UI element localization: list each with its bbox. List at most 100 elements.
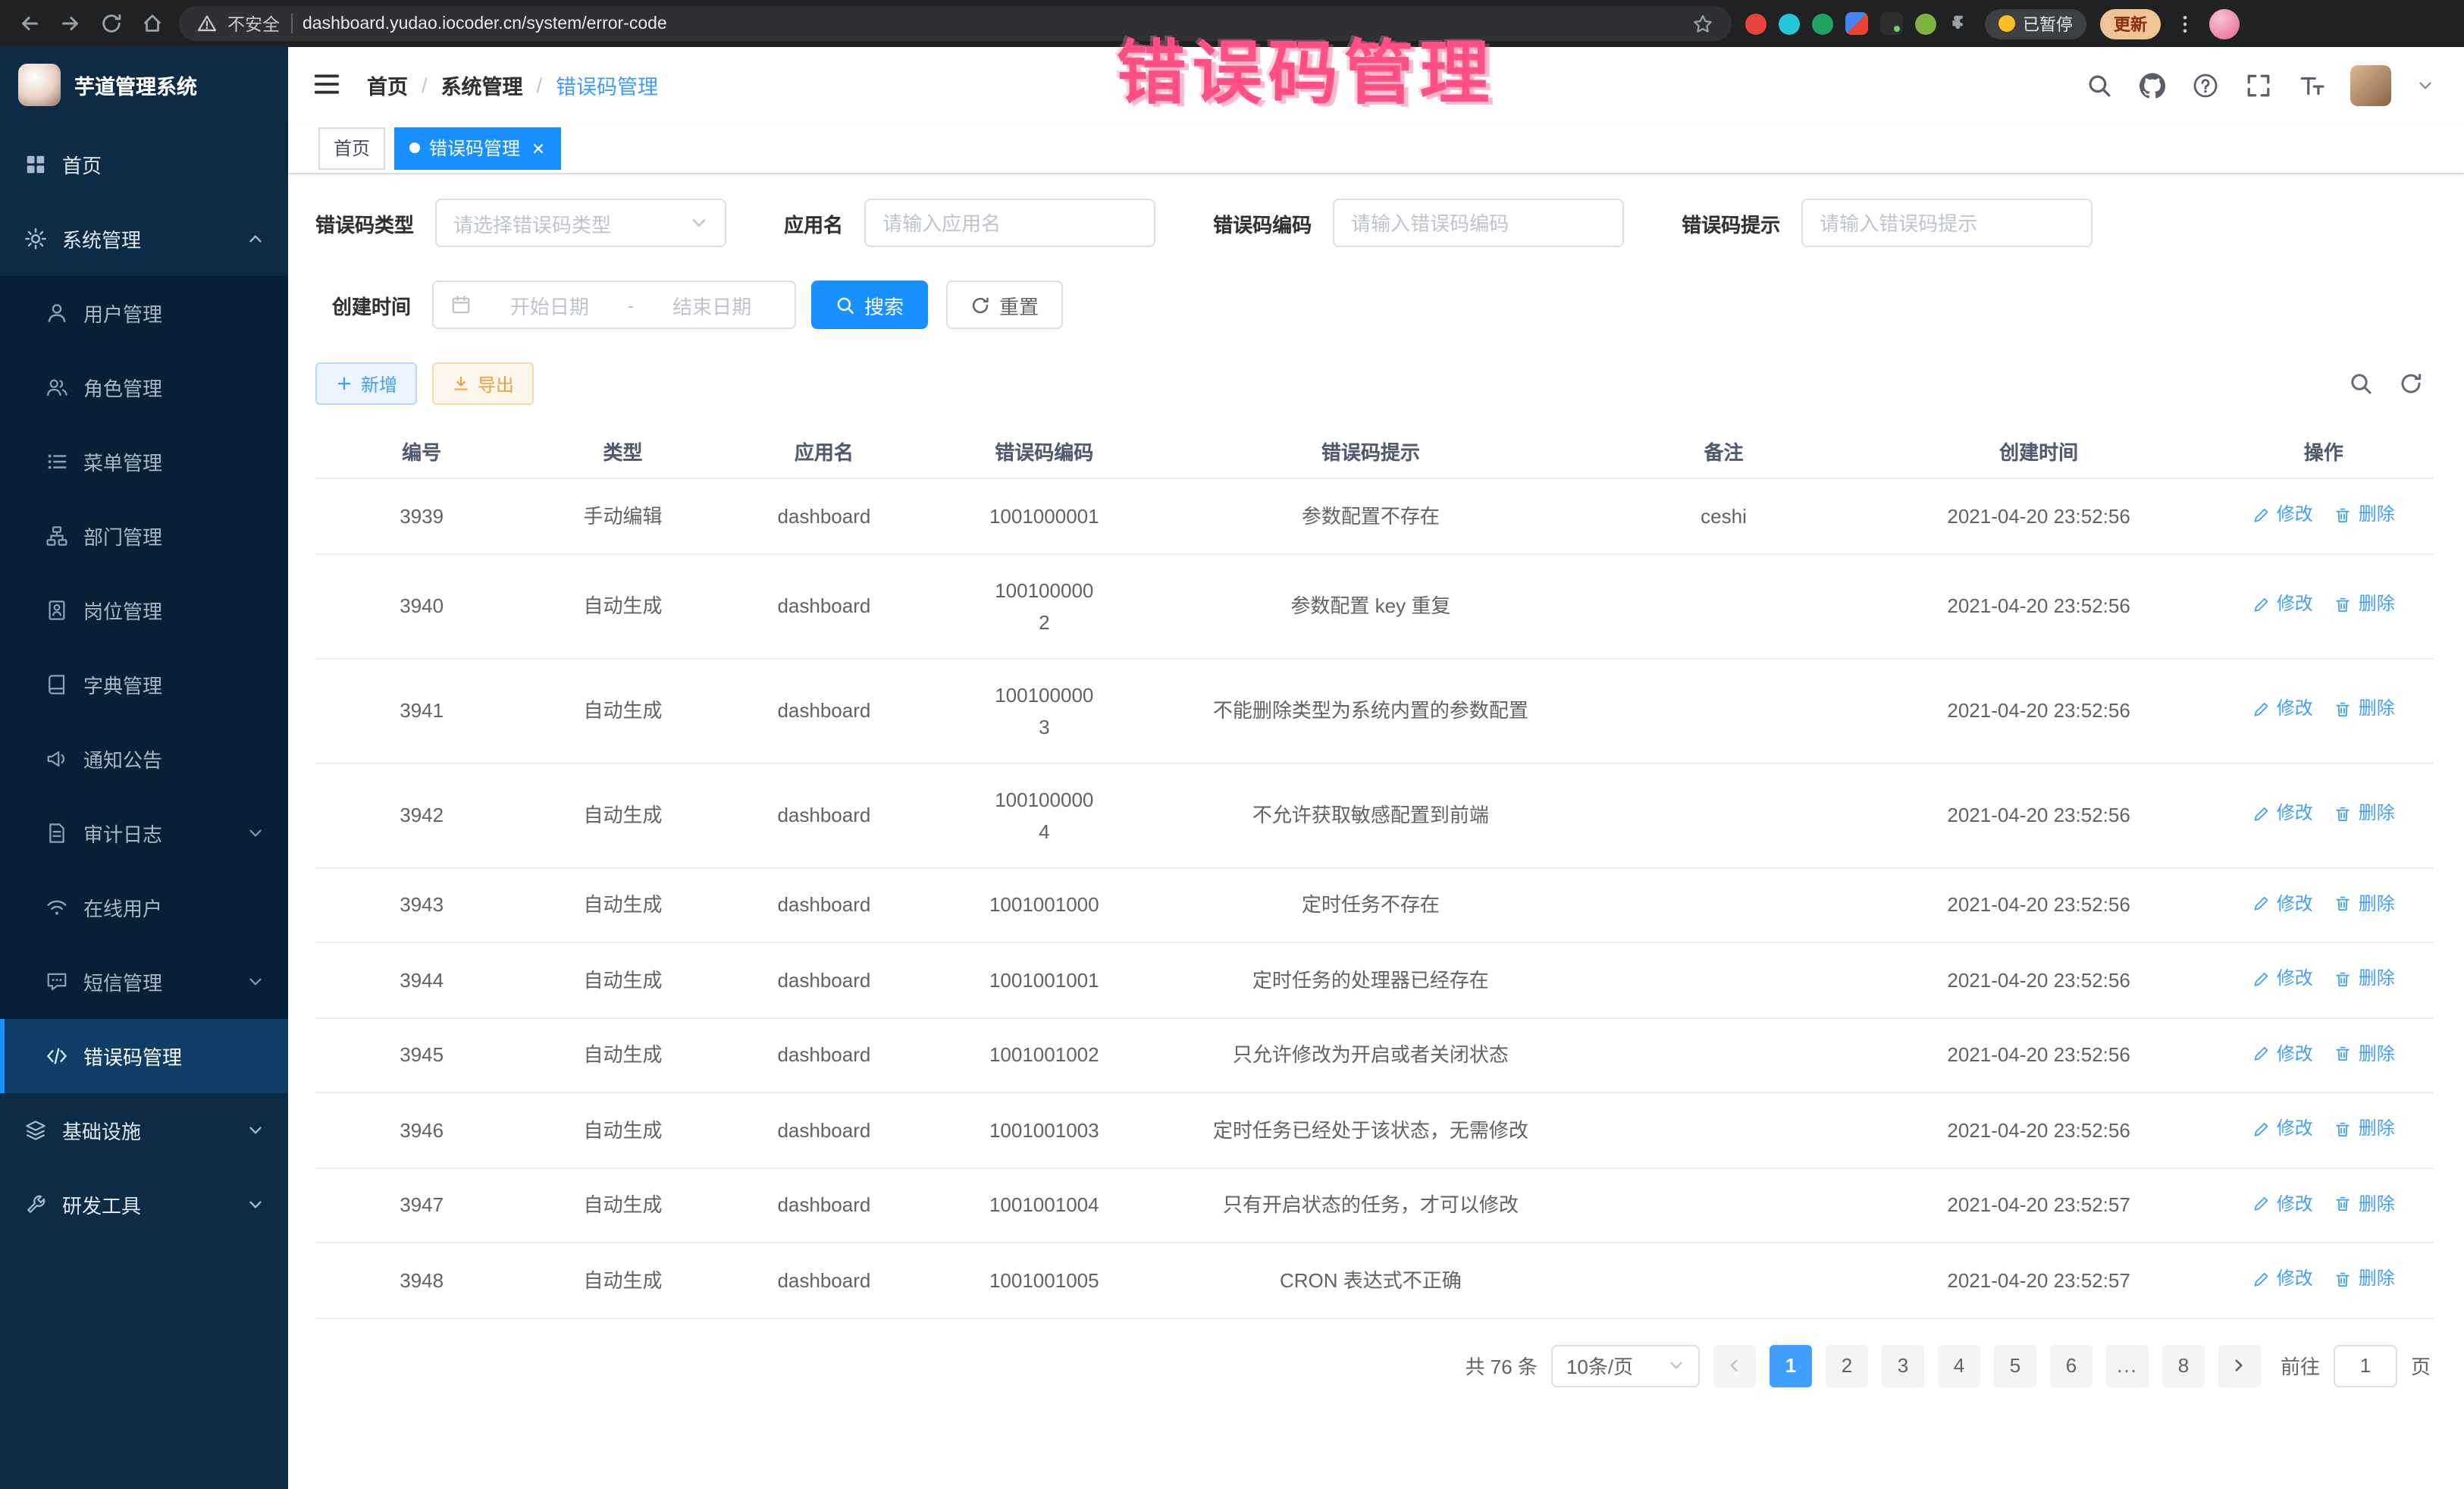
error-hint-input[interactable] bbox=[1801, 199, 2093, 247]
browser-menu-icon[interactable] bbox=[2174, 13, 2196, 34]
browser-forward-button[interactable] bbox=[56, 10, 83, 37]
delete-link[interactable]: 删除 bbox=[2334, 1263, 2395, 1295]
sidebar-item-notice[interactable]: 通知公告 bbox=[0, 722, 288, 796]
security-label[interactable]: 不安全 bbox=[227, 11, 280, 36]
delete-link[interactable]: 删除 bbox=[2334, 1038, 2395, 1070]
search-button-label: 搜索 bbox=[864, 290, 904, 319]
help-button[interactable] bbox=[2191, 71, 2218, 99]
edit-link[interactable]: 修改 bbox=[2252, 589, 2313, 621]
cell-id: 3946 bbox=[315, 1092, 528, 1168]
sidebar-item-infra[interactable]: 基础设施 bbox=[0, 1093, 288, 1168]
delete-link[interactable]: 删除 bbox=[2334, 1113, 2395, 1145]
delete-link[interactable]: 删除 bbox=[2334, 694, 2395, 726]
edit-link[interactable]: 修改 bbox=[2252, 798, 2313, 830]
edit-link[interactable]: 修改 bbox=[2252, 694, 2313, 726]
page-ellipsis[interactable]: ... bbox=[2106, 1344, 2149, 1387]
error-code-input[interactable] bbox=[1333, 199, 1624, 247]
extensions-puzzle-icon[interactable] bbox=[1948, 12, 1971, 35]
delete-link[interactable]: 删除 bbox=[2334, 798, 2395, 830]
cell-time: 2021-04-20 23:52:56 bbox=[1864, 1092, 2214, 1168]
page-button-1[interactable]: 1 bbox=[1770, 1344, 1812, 1387]
page-button-4[interactable]: 4 bbox=[1938, 1344, 1980, 1387]
chevron-right-icon bbox=[2231, 1357, 2248, 1374]
font-size-button[interactable] bbox=[2297, 71, 2324, 99]
breadcrumb-item[interactable]: 系统管理 bbox=[441, 70, 523, 100]
next-page-button[interactable] bbox=[2218, 1344, 2261, 1387]
tab-home[interactable]: 首页 bbox=[318, 127, 385, 169]
extension-icon-red[interactable] bbox=[1745, 13, 1766, 34]
breadcrumb-item[interactable]: 首页 bbox=[367, 70, 408, 100]
edit-link[interactable]: 修改 bbox=[2252, 963, 2313, 995]
sidebar-item-devtools[interactable]: 研发工具 bbox=[0, 1168, 288, 1242]
address-bar[interactable]: 不安全 dashboard.yudao.iocoder.cn/system/er… bbox=[179, 6, 1732, 41]
sidebar-item-error-code[interactable]: 错误码管理 bbox=[0, 1019, 288, 1093]
fullscreen-button[interactable] bbox=[2244, 71, 2271, 99]
edit-link[interactable]: 修改 bbox=[2252, 1113, 2313, 1145]
edit-link[interactable]: 修改 bbox=[2252, 499, 2313, 531]
bookmark-star-icon[interactable] bbox=[1692, 13, 1713, 34]
sidebar-item-dict[interactable]: 字典管理 bbox=[0, 647, 288, 722]
chevron-down-icon bbox=[690, 214, 708, 232]
cell-code: 1001000001 bbox=[930, 478, 1158, 553]
delete-link[interactable]: 删除 bbox=[2334, 589, 2395, 621]
edit-link[interactable]: 修改 bbox=[2252, 888, 2313, 920]
extension-icon-dark[interactable] bbox=[1880, 12, 1903, 35]
goto-page-input[interactable] bbox=[2334, 1344, 2397, 1387]
extension-icon-teal[interactable] bbox=[1779, 13, 1800, 34]
page-size-select[interactable]: 10条/页 bbox=[1551, 1344, 1700, 1387]
user-avatar[interactable] bbox=[2350, 64, 2391, 105]
edit-link[interactable]: 修改 bbox=[2252, 1263, 2313, 1295]
profile-paused-badge[interactable]: 已暂停 bbox=[1985, 8, 2086, 39]
sidebar-item-role[interactable]: 角色管理 bbox=[0, 350, 288, 425]
reset-button[interactable]: 重置 bbox=[946, 281, 1063, 329]
refresh-table-button[interactable] bbox=[2399, 371, 2425, 397]
delete-link[interactable]: 删除 bbox=[2334, 499, 2395, 531]
delete-link[interactable]: 删除 bbox=[2334, 1188, 2395, 1220]
github-link[interactable] bbox=[2138, 71, 2165, 99]
sidebar-item-user[interactable]: 用户管理 bbox=[0, 276, 288, 350]
edit-link[interactable]: 修改 bbox=[2252, 1038, 2313, 1070]
page-button-8[interactable]: 8 bbox=[2162, 1344, 2205, 1387]
page-button-2[interactable]: 2 bbox=[1826, 1344, 1868, 1387]
page-size-value: 10条/页 bbox=[1566, 1351, 1633, 1380]
sidebar-toggle-button[interactable] bbox=[312, 70, 343, 100]
browser-home-button[interactable] bbox=[138, 10, 165, 37]
browser-profile-avatar[interactable] bbox=[2209, 8, 2240, 39]
sidebar-item-menu[interactable]: 菜单管理 bbox=[0, 425, 288, 499]
extension-icon-multicolor[interactable] bbox=[1845, 12, 1868, 35]
sidebar-item-dept[interactable]: 部门管理 bbox=[0, 499, 288, 573]
extension-icon-leaf[interactable] bbox=[1915, 13, 1936, 34]
cell-operations: 修改删除 bbox=[2213, 1243, 2434, 1318]
browser-back-button[interactable] bbox=[15, 10, 42, 37]
browser-reload-button[interactable] bbox=[97, 10, 124, 37]
sidebar-item-audit-log[interactable]: 审计日志 bbox=[0, 796, 288, 870]
browser-update-button[interactable]: 更新 bbox=[2100, 8, 2161, 39]
page-button-3[interactable]: 3 bbox=[1882, 1344, 1924, 1387]
search-button[interactable]: 搜索 bbox=[811, 281, 928, 329]
sidebar-item-system[interactable]: 系统管理 bbox=[0, 202, 288, 276]
sidebar-item-sms[interactable]: 短信管理 bbox=[0, 945, 288, 1019]
sidebar-item-online-user[interactable]: 在线用户 bbox=[0, 870, 288, 945]
avatar-caret-icon[interactable] bbox=[2417, 77, 2434, 93]
prev-page-button[interactable] bbox=[1713, 1344, 1756, 1387]
trash-icon bbox=[2334, 805, 2353, 823]
extension-icon-green[interactable] bbox=[1812, 13, 1833, 34]
sidebar-item-home[interactable]: 首页 bbox=[0, 127, 288, 202]
page-button-6[interactable]: 6 bbox=[2050, 1344, 2093, 1387]
app-name-input[interactable] bbox=[864, 199, 1155, 247]
sidebar-item-post[interactable]: 岗位管理 bbox=[0, 573, 288, 647]
toggle-search-button[interactable] bbox=[2349, 371, 2375, 397]
edit-link[interactable]: 修改 bbox=[2252, 1188, 2313, 1220]
delete-link[interactable]: 删除 bbox=[2334, 888, 2395, 920]
delete-link[interactable]: 删除 bbox=[2334, 963, 2395, 995]
app-logo[interactable]: 芋道管理系统 bbox=[0, 47, 288, 123]
header-search-button[interactable] bbox=[2085, 71, 2112, 99]
error-type-select[interactable]: 请选择错误码类型 bbox=[435, 199, 726, 247]
create-time-range-picker[interactable]: 开始日期 - 结束日期 bbox=[432, 281, 796, 329]
add-button[interactable]: 新增 bbox=[315, 362, 417, 405]
export-button[interactable]: 导出 bbox=[432, 362, 534, 405]
edit-link-label: 修改 bbox=[2277, 963, 2313, 995]
page-button-5[interactable]: 5 bbox=[1994, 1344, 2036, 1387]
code-icon bbox=[45, 1045, 68, 1067]
tab-error-code[interactable]: 错误码管理 bbox=[394, 127, 561, 169]
